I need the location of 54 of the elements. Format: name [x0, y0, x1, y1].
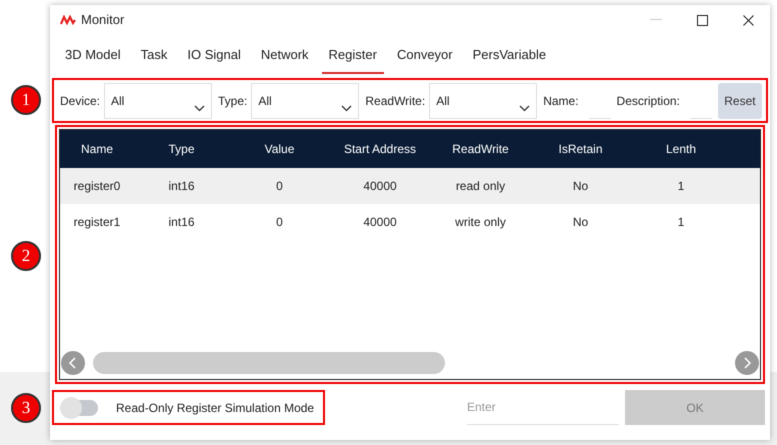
callout-number: 1	[11, 85, 41, 115]
filter-label: Description:	[616, 92, 680, 110]
column-header: Name	[80, 141, 114, 158]
table-cell-text: No	[572, 178, 590, 195]
scroll-left-icon[interactable]	[61, 351, 85, 375]
table-cell-text: 40000	[362, 214, 398, 231]
logo-icon	[60, 15, 76, 25]
table-row[interactable]: register0 int16 0 40000 read only No 1	[60, 168, 760, 204]
filter-label: Device:	[60, 92, 100, 110]
table-cell-text: 40000	[362, 178, 398, 195]
simulation-toggle[interactable]	[60, 400, 98, 416]
tab[interactable]: PersVariable	[466, 35, 554, 74]
table-cell-text: register1	[72, 214, 122, 231]
tab[interactable]: Conveyor	[390, 35, 460, 74]
reset-button[interactable]: Reset	[718, 82, 762, 118]
toggle-label: Read-Only Register Simulation Mode	[116, 400, 314, 416]
table-cell-text: register0	[72, 178, 122, 195]
chevron-down-icon	[194, 104, 206, 112]
filter-dropdown[interactable]: All	[104, 82, 212, 118]
enter-field[interactable]: Enter	[467, 390, 619, 424]
table-cell-text: 1	[676, 214, 686, 231]
tab[interactable]: IO Signal	[180, 35, 248, 74]
table-cell-text: read only	[454, 178, 506, 195]
table-cell-text: int16	[167, 214, 196, 231]
close-icon[interactable]	[743, 14, 754, 26]
column-header: IsRetain	[557, 141, 604, 158]
table-cell-text: No	[572, 214, 590, 231]
filter-label: Type:	[218, 92, 248, 110]
tab[interactable]: 3D Model	[58, 35, 128, 74]
table-cell-text: 1	[676, 178, 686, 195]
chevron-down-icon	[519, 104, 530, 112]
filter-label: ReadWrite:	[365, 92, 426, 110]
minimize-icon[interactable]	[650, 19, 662, 21]
scroll-right-icon[interactable]	[735, 351, 759, 375]
tab[interactable]: Network	[254, 35, 316, 74]
column-header: Start Address	[342, 141, 418, 158]
filter-label: Name:	[543, 92, 579, 110]
table-cell-text: 0	[275, 178, 284, 195]
table-cell-text: 0	[275, 214, 284, 231]
column-header: Type	[167, 141, 196, 158]
filter-dropdown[interactable]: All	[251, 82, 360, 118]
chevron-down-icon	[341, 104, 352, 112]
filter-dropdown[interactable]: All	[429, 82, 538, 118]
column-header: ReadWrite	[451, 141, 510, 158]
maximize-icon[interactable]	[697, 14, 708, 26]
column-header: Value	[264, 141, 296, 158]
tab[interactable]: Register	[322, 35, 384, 74]
scrollbar-thumb[interactable]	[93, 352, 445, 374]
table-cell-text: write only	[454, 214, 507, 231]
window-title: Monitor	[81, 11, 124, 30]
tab[interactable]: Task	[134, 35, 174, 74]
column-header: Lenth	[664, 141, 698, 158]
callout-number: 2	[11, 241, 41, 271]
table-cell-text: int16	[167, 178, 196, 195]
